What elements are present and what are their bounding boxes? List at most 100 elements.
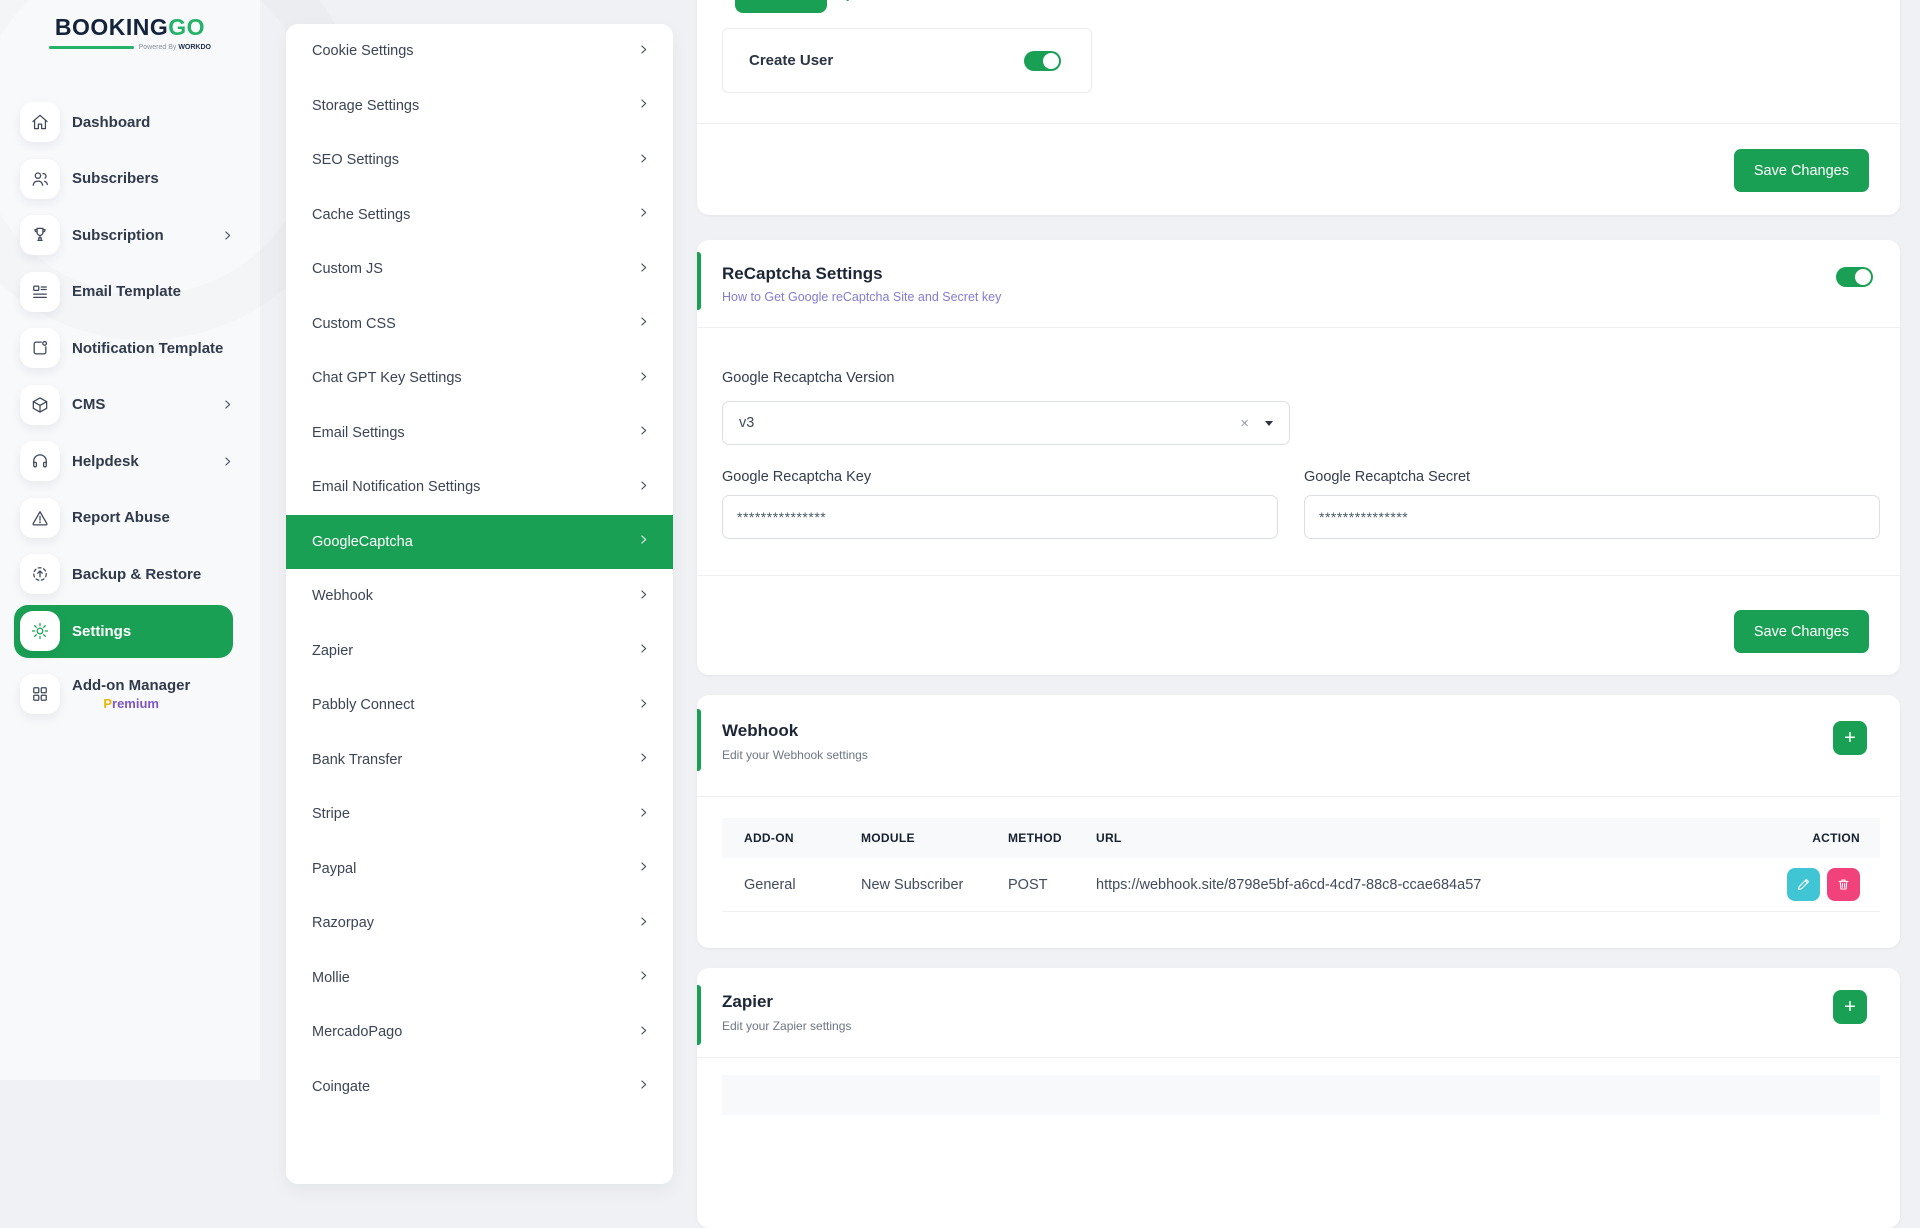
accent-bar: [697, 709, 701, 771]
submenu-item-chatgpt-key-settings[interactable]: Chat GPT Key Settings: [286, 351, 673, 406]
submenu-label: Email Notification Settings: [312, 479, 480, 495]
sidebar-item-subscribers[interactable]: Subscribers: [0, 151, 260, 208]
divider: [697, 1057, 1900, 1058]
sidebar-item-settings[interactable]: Settings: [14, 605, 233, 658]
tab-helpdesk[interactable]: Helpdesk: [823, 0, 887, 13]
sidebar-item-report-abuse[interactable]: Report Abuse: [0, 490, 260, 547]
sidebar-item-label: CMS: [72, 396, 105, 413]
delete-webhook-button[interactable]: [1827, 868, 1860, 901]
sidebar-item-addon-manager[interactable]: Add-on Manager Premium: [0, 659, 260, 729]
main-sidebar: BOOKINGGO Powered By WORKDO Dashboard Su…: [0, 0, 260, 1080]
section-title: Webhook: [722, 721, 798, 741]
accent-bar: [697, 252, 701, 310]
sidebar-item-email-template[interactable]: Email Template: [0, 264, 260, 321]
add-zapier-button[interactable]: +: [1833, 990, 1867, 1024]
submenu-item-zapier[interactable]: Zapier: [286, 624, 673, 679]
submenu-item-paypal[interactable]: Paypal: [286, 842, 673, 897]
chevron-right-icon: [637, 370, 650, 387]
submenu-item-pabbly-connect[interactable]: Pabbly Connect: [286, 678, 673, 733]
webhook-card: Webhook Edit your Webhook settings + ADD…: [697, 695, 1900, 948]
submenu-item-cache-settings[interactable]: Cache Settings: [286, 188, 673, 243]
submenu-label: GoogleCaptcha: [312, 534, 413, 550]
submenu-label: Coingate: [312, 1079, 370, 1095]
submenu-label: Chat GPT Key Settings: [312, 370, 462, 386]
save-changes-button[interactable]: Save Changes: [1734, 149, 1869, 192]
sidebar-item-backup-restore[interactable]: Backup & Restore: [0, 546, 260, 603]
submenu-label: Zapier: [312, 643, 353, 659]
submenu-item-mercadopago[interactable]: MercadoPago: [286, 1005, 673, 1060]
logo-underline: Powered By WORKDO: [49, 44, 211, 51]
cube-icon: [20, 385, 60, 425]
chevron-right-icon: [637, 206, 650, 223]
submenu-item-stripe[interactable]: Stripe: [286, 787, 673, 842]
column-header: URL: [1096, 831, 1710, 845]
submenu-item-googlecaptcha[interactable]: GoogleCaptcha: [286, 515, 673, 570]
column-header: METHOD: [1008, 831, 1096, 845]
webhook-table: ADD-ON MODULE METHOD URL ACTION General …: [722, 818, 1880, 912]
recaptcha-toggle[interactable]: [1836, 267, 1873, 287]
chevron-right-icon: [221, 229, 234, 242]
sidebar-item-label: Notification Template: [72, 340, 223, 357]
accent-bar: [697, 985, 701, 1045]
create-user-toggle[interactable]: [1024, 51, 1061, 71]
chevron-right-icon: [637, 43, 650, 60]
submenu-item-custom-css[interactable]: Custom CSS: [286, 297, 673, 352]
chevron-right-icon: [637, 1024, 650, 1041]
trophy-icon: [20, 215, 60, 255]
submenu-item-email-settings[interactable]: Email Settings: [286, 406, 673, 461]
recaptcha-secret-input[interactable]: [1304, 495, 1880, 539]
submenu-label: Pabbly Connect: [312, 697, 414, 713]
sidebar-item-label: Subscription: [72, 227, 164, 244]
recaptcha-settings-card: ReCaptcha Settings How to Get Google reC…: [697, 240, 1900, 675]
select-value: v3: [739, 415, 1240, 431]
submenu-item-storage-settings[interactable]: Storage Settings: [286, 79, 673, 134]
sidebar-item-label: Dashboard: [72, 114, 150, 131]
recaptcha-help-link[interactable]: How to Get Google reCaptcha Site and Sec…: [722, 290, 1001, 304]
sidebar-item-label: Email Template: [72, 283, 181, 300]
sidebar-item-cms[interactable]: CMS: [0, 377, 260, 434]
divider: [697, 123, 1900, 124]
submenu-item-mollie[interactable]: Mollie: [286, 951, 673, 1006]
recaptcha-version-select[interactable]: v3 ×: [722, 401, 1290, 445]
sidebar-item-helpdesk[interactable]: Helpdesk: [0, 433, 260, 490]
chevron-right-icon: [637, 915, 650, 932]
edit-webhook-button[interactable]: [1787, 868, 1820, 901]
cell-url: https://webhook.site/8798e5bf-a6cd-4cd7-…: [1096, 877, 1710, 893]
zapier-card: Zapier Edit your Zapier settings +: [697, 968, 1900, 1228]
section-subtitle: Edit your Webhook settings: [722, 748, 868, 762]
submenu-item-webhook[interactable]: Webhook: [286, 569, 673, 624]
create-user-setting: Create User: [722, 28, 1092, 93]
submenu-item-custom-js[interactable]: Custom JS: [286, 242, 673, 297]
users-icon: [20, 159, 60, 199]
sidebar-item-label: Helpdesk: [72, 453, 139, 470]
tab-general[interactable]: General: [735, 0, 827, 13]
sidebar-item-label: Settings: [72, 623, 131, 640]
pencil-icon: [1796, 877, 1811, 892]
save-changes-button[interactable]: Save Changes: [1734, 610, 1869, 653]
chevron-down-icon: [1265, 421, 1273, 426]
chevron-right-icon: [637, 751, 650, 768]
submenu-item-coingate[interactable]: Coingate: [286, 1060, 673, 1115]
sidebar-item-label: Report Abuse: [72, 509, 170, 526]
submenu-item-seo-settings[interactable]: SEO Settings: [286, 133, 673, 188]
chevron-right-icon: [637, 479, 650, 496]
add-webhook-button[interactable]: +: [1833, 721, 1867, 755]
divider: [697, 327, 1900, 328]
table-row: General New Subscriber POST https://webh…: [722, 858, 1880, 912]
sidebar-item-dashboard[interactable]: Dashboard: [0, 94, 260, 151]
clear-icon[interactable]: ×: [1240, 415, 1249, 432]
column-header: ACTION: [1710, 831, 1860, 845]
submenu-item-email-notification-settings[interactable]: Email Notification Settings: [286, 460, 673, 515]
trash-icon: [1836, 877, 1851, 892]
submenu-item-bank-transfer[interactable]: Bank Transfer: [286, 733, 673, 788]
chevron-right-icon: [637, 424, 650, 441]
app-logo[interactable]: BOOKINGGO Powered By WORKDO: [0, 14, 260, 51]
premium-badge: Premium: [103, 696, 159, 711]
section-title: ReCaptcha Settings: [722, 264, 883, 284]
sidebar-item-notification-template[interactable]: Notification Template: [0, 320, 260, 377]
recaptcha-key-input[interactable]: [722, 495, 1278, 539]
chevron-right-icon: [221, 455, 234, 468]
submenu-item-razorpay[interactable]: Razorpay: [286, 896, 673, 951]
sidebar-item-subscription[interactable]: Subscription: [0, 207, 260, 264]
submenu-item-cookie-settings[interactable]: Cookie Settings: [286, 24, 673, 79]
